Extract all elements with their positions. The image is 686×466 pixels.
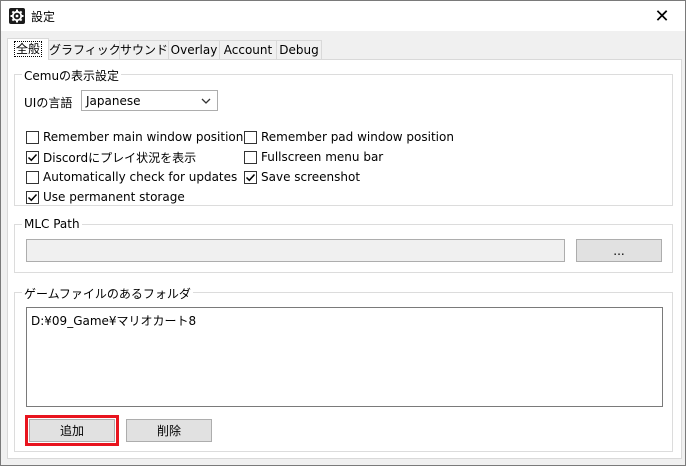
checkbox-box-checked[interactable]	[244, 170, 257, 184]
checkbox-label: Fullscreen menu bar	[261, 150, 384, 164]
tab-sound[interactable]: サウンド	[119, 40, 169, 59]
checkbox-label: Save screenshot	[261, 170, 361, 184]
settings-window: 設定 ✕ 全般 グラフィック サウンド Overlay Account Debu…	[0, 0, 686, 466]
checkbox-box-checked[interactable]	[26, 150, 39, 164]
checkbox-discord-presence[interactable]: Discordにプレイ状況を表示	[26, 149, 196, 165]
checkbox-box-checked[interactable]	[26, 190, 39, 204]
display-settings-group: Cemuの表示設定 UIの言語 Japanese Remember main w…	[14, 67, 673, 206]
tab-general[interactable]: 全般	[7, 38, 49, 60]
checkbox-permanent-storage[interactable]: Use permanent storage	[26, 189, 185, 205]
tab-page-general: Cemuの表示設定 UIの言語 Japanese Remember main w…	[7, 59, 682, 459]
display-settings-title: Cemuの表示設定	[22, 67, 122, 84]
checkmark-icon	[245, 173, 256, 181]
checkbox-label: Use permanent storage	[43, 190, 185, 204]
close-button[interactable]: ✕	[639, 1, 685, 31]
checkbox-auto-update[interactable]: Automatically check for updates	[26, 169, 237, 185]
checkbox-label: Discordにプレイ状況を表示	[43, 150, 197, 165]
mlc-path-group: MLC Path ...	[14, 217, 673, 273]
game-folders-list[interactable]: D:¥09_Game¥マリオカート8	[26, 307, 663, 407]
game-folders-title: ゲームファイルのあるフォルダ	[22, 285, 193, 302]
checkbox-box[interactable]	[244, 130, 257, 144]
language-select[interactable]: Japanese	[81, 90, 218, 111]
title-bar: 設定 ✕	[1, 1, 685, 31]
chevron-down-icon	[201, 95, 211, 105]
checkbox-box[interactable]	[244, 150, 257, 164]
tab-graphics[interactable]: グラフィック	[48, 40, 121, 59]
gear-icon	[9, 8, 25, 24]
mlc-path-input[interactable]	[26, 239, 565, 262]
tab-account[interactable]: Account	[219, 40, 277, 59]
checkbox-label: Remember pad window position	[261, 130, 454, 144]
language-select-value: Japanese	[86, 94, 141, 108]
language-label: UIの言語	[24, 96, 73, 110]
window-title: 設定	[31, 10, 56, 24]
checkmark-icon	[27, 193, 38, 201]
remove-button[interactable]: 削除	[126, 419, 212, 442]
game-folders-group: ゲームファイルのあるフォルダ D:¥09_Game¥マリオカート8 追加 削除	[14, 285, 673, 452]
tab-overlay[interactable]: Overlay	[168, 40, 220, 59]
highlight-box	[25, 415, 119, 446]
checkbox-fullscreen-menu-bar[interactable]: Fullscreen menu bar	[244, 149, 383, 165]
tab-general-label: 全般	[13, 41, 43, 57]
checkmark-icon	[27, 153, 38, 161]
checkbox-remember-main-window[interactable]: Remember main window position	[26, 129, 243, 145]
checkbox-label: Automatically check for updates	[43, 170, 238, 184]
checkbox-remember-pad-window[interactable]: Remember pad window position	[244, 129, 454, 145]
checkbox-label: Remember main window position	[43, 130, 244, 144]
mlc-path-title: MLC Path	[22, 217, 82, 231]
checkbox-save-screenshot[interactable]: Save screenshot	[244, 169, 360, 185]
checkbox-box[interactable]	[26, 130, 39, 144]
browse-button[interactable]: ...	[576, 239, 662, 262]
tab-debug[interactable]: Debug	[276, 40, 322, 59]
checkbox-box[interactable]	[26, 170, 39, 184]
close-icon: ✕	[654, 5, 670, 27]
list-item[interactable]: D:¥09_Game¥マリオカート8	[31, 312, 196, 329]
